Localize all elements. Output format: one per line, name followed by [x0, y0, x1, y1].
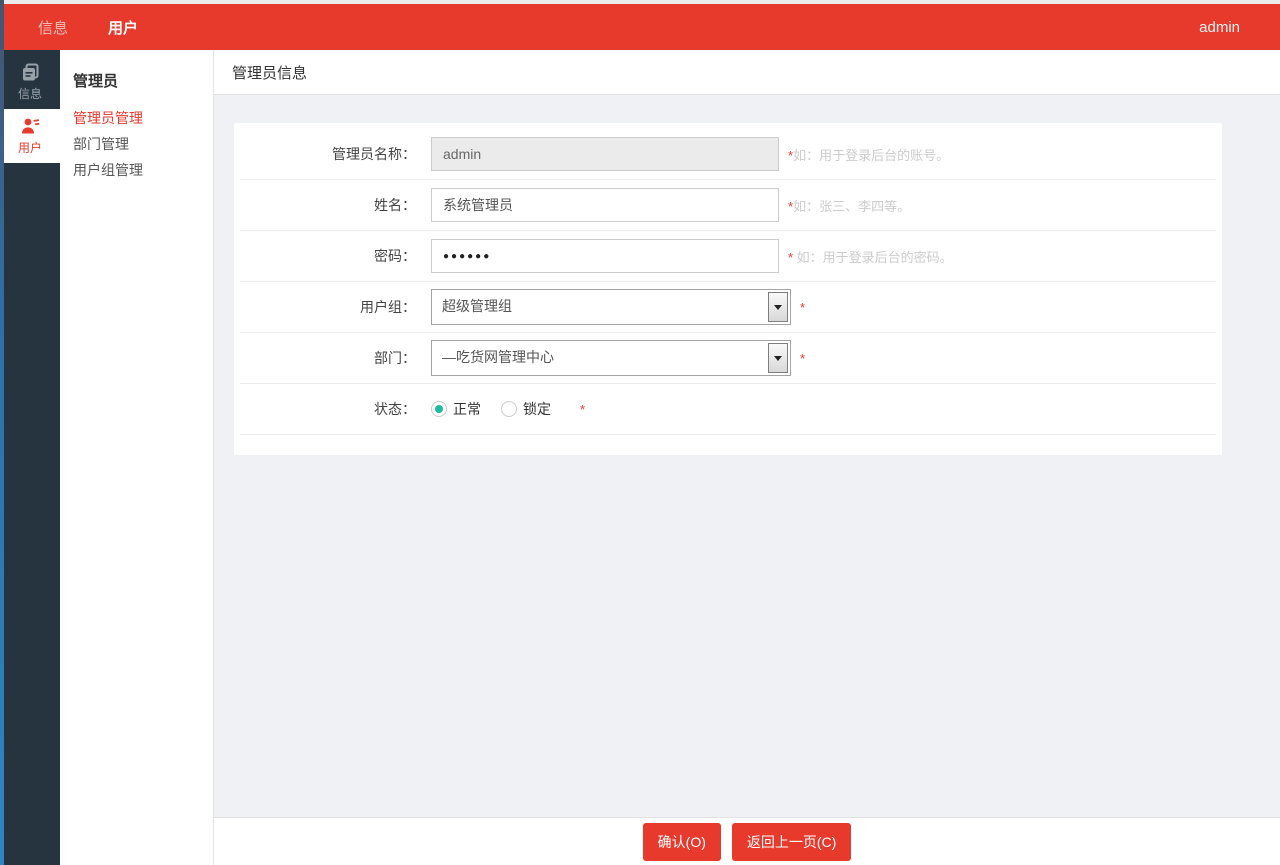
password-hint: * 如：用于登录后台的密码。: [788, 247, 953, 266]
real-name-field[interactable]: [431, 188, 779, 222]
status-option-locked[interactable]: 锁定: [501, 399, 551, 419]
form-row-password: 密码： * 如：用于登录后台的密码。: [240, 231, 1216, 282]
confirm-button[interactable]: 确认(O): [643, 823, 721, 861]
top-nav: 信息 用户: [38, 17, 138, 38]
top-nav-item-info[interactable]: 信息: [38, 17, 68, 38]
menu-item-usergroup-manage[interactable]: 用户组管理: [73, 157, 213, 183]
admin-name-label: 管理员名称：: [244, 144, 416, 164]
password-field[interactable]: [431, 239, 779, 273]
sidebar-item-info[interactable]: 信息: [0, 55, 60, 109]
admin-name-field: [431, 137, 779, 171]
top-navbar: 信息 用户 admin: [0, 4, 1280, 50]
menu-item-admin-manage[interactable]: 管理员管理: [73, 105, 213, 131]
main-header: 管理员信息: [214, 50, 1280, 95]
user-group-select[interactable]: 超级管理组: [431, 289, 791, 325]
status-label: 状态：: [244, 399, 416, 419]
status-option-normal[interactable]: 正常: [431, 399, 481, 419]
user-group-label: 用户组：: [244, 297, 416, 317]
real-name-hint: *如：张三、李四等。: [788, 196, 910, 215]
form-row-real-name: 姓名： *如：张三、李四等。: [240, 180, 1216, 231]
form-row-department: 部门： —吃货网管理中心 *: [240, 333, 1216, 384]
admin-name-hint: *如：用于登录后台的账号。: [788, 145, 949, 164]
main-area: 管理员信息 管理员名称： *如：用于登录后台的账号。 姓名： *如：张三、李四等…: [213, 50, 1280, 865]
menu-sidebar: 管理员 管理员管理 部门管理 用户组管理: [60, 50, 213, 865]
password-label: 密码：: [244, 246, 416, 266]
real-name-label: 姓名：: [244, 195, 416, 215]
radio-unchecked-icon[interactable]: [501, 401, 517, 417]
hint-text: 如：张三、李四等。: [793, 199, 910, 214]
department-select[interactable]: —吃货网管理中心: [431, 340, 791, 376]
icon-sidebar: 信息 用户: [0, 50, 60, 865]
dropdown-arrow-icon[interactable]: [768, 343, 788, 373]
documents-icon: [20, 62, 40, 82]
form-row-user-group: 用户组： 超级管理组 *: [240, 282, 1216, 333]
radio-checked-icon[interactable]: [431, 401, 447, 417]
form-row-admin-name: 管理员名称： *如：用于登录后台的账号。: [240, 129, 1216, 180]
sidebar-item-user[interactable]: 用户: [0, 109, 60, 163]
page-title: 管理员信息: [232, 62, 307, 83]
department-selected-value: —吃货网管理中心: [432, 341, 766, 375]
user-icon: [20, 116, 40, 136]
required-asterisk: *: [800, 351, 805, 366]
hint-text: 如：用于登录后台的账号。: [793, 148, 949, 163]
required-asterisk: *: [580, 402, 585, 417]
top-nav-item-user[interactable]: 用户: [108, 17, 138, 38]
current-user[interactable]: admin: [1199, 19, 1240, 36]
left-edge-accent-bar: [0, 0, 4, 865]
sidebar-item-label: 用户: [18, 139, 42, 156]
form-footer: 确认(O) 返回上一页(C): [214, 817, 1280, 865]
dropdown-arrow-icon[interactable]: [768, 292, 788, 322]
main-content: 管理员名称： *如：用于登录后台的账号。 姓名： *如：张三、李四等。 密码： …: [214, 95, 1280, 817]
admin-info-form: 管理员名称： *如：用于登录后台的账号。 姓名： *如：张三、李四等。 密码： …: [234, 123, 1222, 455]
workspace: 信息 用户 管理员 管理员管理 部门管理 用户组管理 管理员信息: [0, 50, 1280, 865]
menu-heading: 管理员: [73, 70, 213, 91]
required-asterisk: *: [800, 300, 805, 315]
user-group-selected-value: 超级管理组: [432, 290, 766, 324]
radio-label: 锁定: [523, 399, 551, 419]
menu-item-department-manage[interactable]: 部门管理: [73, 131, 213, 157]
radio-label: 正常: [453, 399, 481, 419]
department-label: 部门：: [244, 348, 416, 368]
back-button[interactable]: 返回上一页(C): [732, 823, 851, 861]
form-row-status: 状态： 正常 锁定 *: [240, 384, 1216, 435]
status-radio-group: 正常 锁定: [431, 399, 571, 419]
sidebar-item-label: 信息: [18, 85, 42, 102]
hint-text: 如：用于登录后台的密码。: [793, 250, 953, 265]
